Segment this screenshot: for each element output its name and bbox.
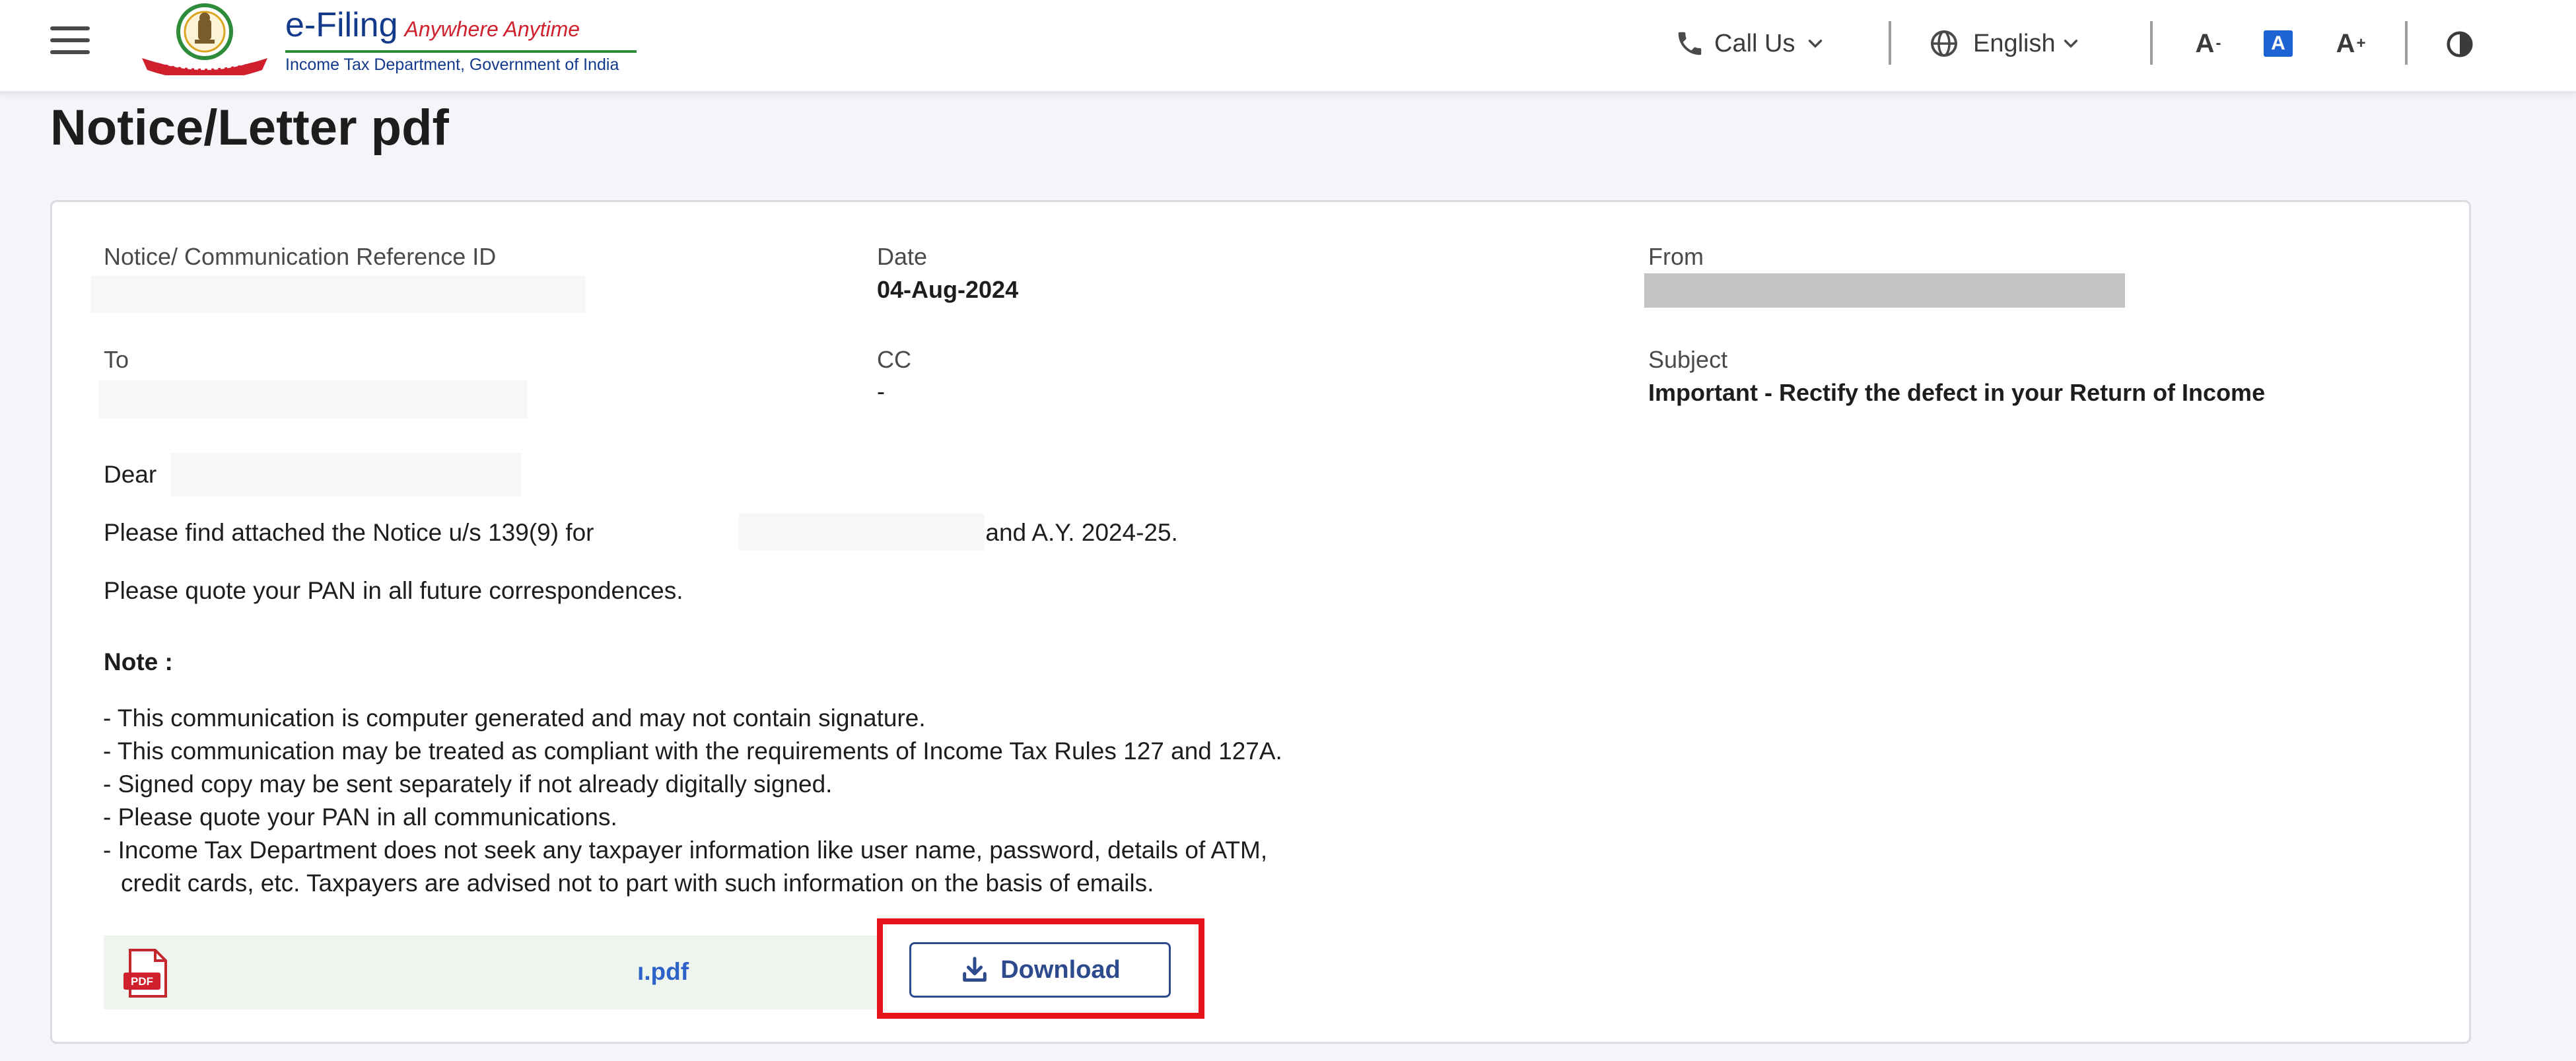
note-item-continuation: credit cards, etc. Taxpayers are advised… [121, 870, 1154, 897]
increase-font-label: A [2336, 28, 2355, 58]
chevron-down-icon [2064, 40, 2077, 48]
notice-line-prefix: Please find attached the Notice u/s 139(… [104, 519, 594, 546]
date-value: 04-Aug-2024 [877, 276, 1019, 303]
phone-icon [1678, 32, 1702, 55]
attachment-file-name[interactable]: ı.pdf [637, 958, 689, 986]
contrast-icon[interactable] [2445, 29, 2475, 59]
note-item: - This communication is computer generat… [103, 704, 926, 732]
notice-line-suffix: and A.Y. 2024-25. [977, 519, 1178, 546]
decrease-font-label: A [2195, 28, 2215, 58]
cc-value: - [877, 378, 885, 405]
note-item: - Income Tax Department does not seek an… [103, 834, 1282, 900]
language-label: English [1973, 29, 2056, 57]
file-name-redacted [187, 947, 623, 998]
pan-redacted [739, 514, 985, 551]
increase-font-button[interactable]: A + [2331, 25, 2371, 62]
pdf-file-icon: PDF [123, 949, 167, 998]
from-label: From [1648, 243, 1704, 270]
greeting-text: Dear [104, 461, 157, 488]
globe-icon [1931, 30, 1957, 57]
decrease-font-button[interactable]: A- [2188, 25, 2228, 62]
hamburger-menu-icon[interactable] [50, 26, 90, 54]
brand-name: e-Filing [285, 6, 398, 44]
brand-subtitle: Income Tax Department, Government of Ind… [285, 55, 619, 74]
header-divider [1889, 21, 1891, 65]
brand-tagline: Anywhere Anytime [404, 17, 580, 41]
quote-pan-text: Please quote your PAN in all future corr… [104, 577, 683, 604]
cc-label: CC [877, 346, 911, 373]
decrease-font-mark: - [2215, 34, 2221, 52]
normal-font-button[interactable]: A [2258, 25, 2298, 62]
language-dropdown[interactable]: English [1928, 25, 2082, 62]
brand-title: e-Filing Anywhere Anytime [285, 7, 642, 48]
call-us-label: Call Us [1714, 29, 1795, 57]
download-label: Download [1000, 955, 1121, 984]
note-item: - This communication may be treated as c… [103, 737, 1282, 765]
note-list: - This communication is computer generat… [103, 702, 1282, 900]
notice-card: Notice/ Communication Reference ID Date … [50, 200, 2471, 1044]
download-button[interactable]: Download [909, 942, 1171, 998]
top-header: e-Filing Anywhere Anytime Income Tax Depa… [0, 0, 2576, 93]
note-item: - Please quote your PAN in all communica… [103, 804, 617, 831]
page-title: Notice/Letter pdf [50, 100, 449, 156]
income-tax-emblem-logo[interactable] [135, 1, 274, 75]
from-value-redacted [1644, 273, 2125, 308]
header-divider [2150, 21, 2153, 65]
date-label: Date [877, 243, 928, 270]
download-icon [963, 957, 987, 982]
reference-id-label: Notice/ Communication Reference ID [104, 243, 497, 270]
increase-font-mark: + [2356, 34, 2366, 52]
to-value-redacted [98, 380, 528, 419]
subject-value: Important - Rectify the defect in your R… [1648, 379, 2266, 406]
to-label: To [104, 346, 129, 373]
call-us-dropdown[interactable]: Call Us [1675, 25, 1827, 62]
note-item-text: - Income Tax Department does not seek an… [103, 837, 1268, 864]
chevron-down-icon [1809, 40, 1823, 48]
note-title: Note : [104, 648, 173, 675]
normal-font-label: A [2264, 30, 2293, 57]
attachment-row: PDF ı.pdf [104, 936, 878, 1010]
subject-label: Subject [1648, 346, 1728, 373]
recipient-name-redacted [171, 453, 521, 496]
brand-block[interactable]: e-Filing Anywhere Anytime Income Tax Depa… [285, 7, 642, 74]
note-item: - Signed copy may be sent separately if … [103, 770, 833, 798]
header-divider [2405, 21, 2408, 65]
brand-underline [285, 50, 637, 53]
reference-id-value-redacted [90, 276, 586, 313]
pdf-badge-label: PDF [131, 975, 153, 988]
